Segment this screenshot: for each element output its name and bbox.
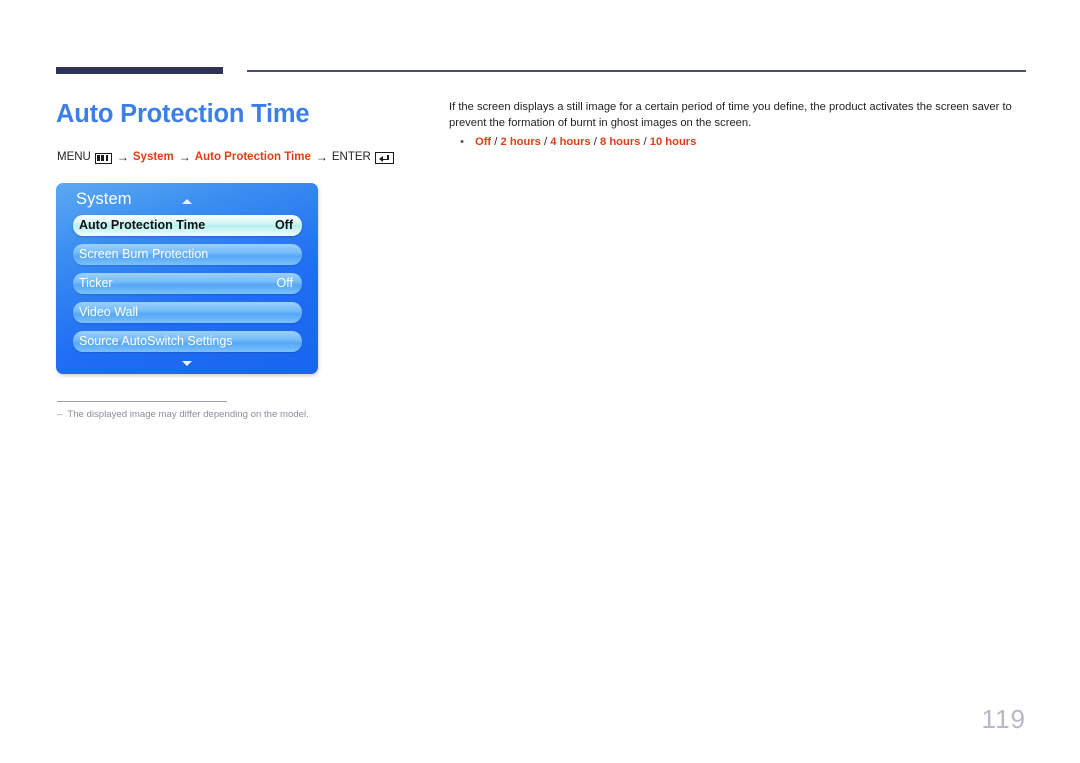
breadcrumb-step-system: System	[132, 151, 174, 164]
bullet-marker: •	[460, 136, 464, 148]
osd-item-label: Ticker	[79, 276, 113, 291]
osd-item-value: Off	[276, 276, 293, 291]
osd-item-label: Auto Protection Time	[79, 218, 206, 233]
osd-item-label: Source AutoSwitch Settings	[79, 334, 233, 349]
footnote-divider	[57, 401, 227, 403]
option-8-hours: 8 hours	[599, 136, 641, 148]
breadcrumb-arrow-1: →	[116, 150, 129, 164]
option-10-hours: 10 hours	[649, 136, 697, 148]
option-4-hours: 4 hours	[550, 136, 591, 148]
footnote-text: The displayed image may differ depending…	[67, 409, 309, 420]
breadcrumb-step-auto-protection-time: Auto Protection Time	[194, 151, 311, 164]
osd-panel-title: System	[76, 190, 132, 208]
osd-item-ticker[interactable]: Ticker Off	[73, 273, 302, 294]
header-rule-thick	[56, 67, 223, 74]
enter-return-icon	[374, 152, 394, 164]
osd-item-source-autoswitch-settings[interactable]: Source AutoSwitch Settings	[73, 331, 302, 352]
list-item: • Off / 2 hours / 4 hours / 8 hours / 10…	[449, 135, 1026, 150]
option-separator: /	[540, 136, 551, 148]
osd-menu-list: Auto Protection Time Off Screen Burn Pro…	[73, 215, 302, 360]
page-number: 119	[981, 704, 1026, 734]
osd-item-screen-burn-protection[interactable]: Screen Burn Protection	[73, 244, 302, 265]
osd-item-auto-protection-time[interactable]: Auto Protection Time Off	[73, 215, 302, 236]
osd-item-label: Screen Burn Protection	[79, 247, 209, 262]
osd-item-label: Video Wall	[79, 305, 139, 320]
breadcrumb-enter-label: ENTER	[331, 151, 371, 164]
footnote: ‒ The displayed image may differ dependin…	[57, 409, 309, 420]
description-paragraph: If the screen displays a still image for…	[449, 101, 1012, 129]
breadcrumb-arrow-3: →	[315, 150, 328, 164]
osd-item-value: Off	[274, 218, 293, 233]
option-separator: /	[640, 136, 650, 148]
option-separator: /	[590, 136, 600, 148]
breadcrumb-arrow-2: →	[178, 150, 191, 164]
footnote-dash: ‒	[57, 409, 63, 420]
page-title: Auto Protection Time	[56, 100, 310, 128]
triangle-up-icon[interactable]	[182, 199, 192, 204]
option-2-hours: 2 hours	[500, 136, 541, 148]
header-rule-thin	[247, 70, 1026, 72]
option-off: Off	[475, 136, 492, 148]
osd-item-video-wall[interactable]: Video Wall	[73, 302, 302, 323]
menu-grid-icon	[94, 152, 112, 164]
triangle-down-icon[interactable]	[182, 361, 192, 366]
option-bullet-list: • Off / 2 hours / 4 hours / 8 hours / 10…	[449, 135, 1026, 150]
menu-path-breadcrumb: MENU → System → Auto Protection Time → E…	[57, 150, 394, 164]
option-values: Off / 2 hours / 4 hours / 8 hours / 10 h…	[475, 135, 696, 150]
breadcrumb-menu-label: MENU	[57, 151, 91, 164]
